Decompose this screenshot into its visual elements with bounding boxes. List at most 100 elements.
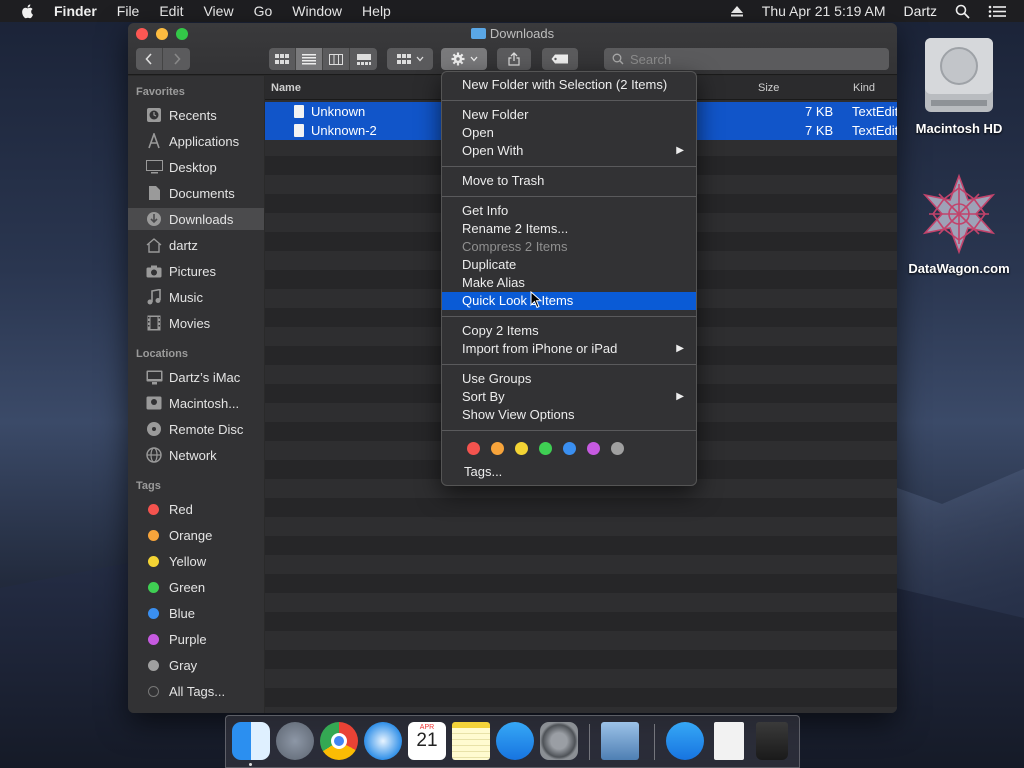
action-menu-button[interactable] [441, 48, 487, 70]
safari-icon[interactable] [364, 722, 402, 760]
notes-icon[interactable] [452, 722, 490, 760]
back-forward-control [136, 48, 190, 70]
sidebar-all-tags[interactable]: All Tags... [128, 680, 264, 702]
tags-header: Tags [136, 480, 161, 492]
disk-icon [145, 395, 163, 411]
column-view-button[interactable] [323, 48, 350, 70]
menubar-clock[interactable]: Thu Apr 21 5:19 AM [762, 3, 886, 19]
menu-item-import-from-iphone[interactable]: Import from iPhone or iPad ▶ [442, 340, 696, 358]
sidebar-item-music[interactable]: Music [128, 286, 264, 308]
sidebar-tag-green[interactable]: Green [128, 576, 264, 598]
menu-item-make-alias[interactable]: Make Alias [442, 274, 696, 292]
menu-file[interactable]: File [117, 3, 140, 19]
menubar-user[interactable]: Dartz [904, 3, 937, 19]
sidebar-item-movies[interactable]: Movies [128, 312, 264, 334]
desktop-icon [145, 159, 163, 175]
sidebar-item-pictures[interactable]: Pictures [128, 260, 264, 282]
eject-icon[interactable] [730, 5, 744, 17]
icon-view-button[interactable] [269, 48, 296, 70]
preview-icon[interactable] [601, 722, 639, 760]
menu-view[interactable]: View [203, 3, 233, 19]
sidebar-item-macintosh-hd[interactable]: Macintosh... [128, 392, 264, 414]
trash-icon[interactable] [756, 722, 788, 760]
menu-edit[interactable]: Edit [159, 3, 183, 19]
tag-gray-dot[interactable] [611, 442, 624, 455]
file-size: 7 KB [805, 123, 834, 138]
desktop-icon-datawagon[interactable]: DataWagon.com [904, 170, 1014, 276]
notification-center-icon[interactable] [988, 5, 1006, 18]
sidebar-tag-orange[interactable]: Orange [128, 524, 264, 546]
document-icon[interactable] [714, 722, 744, 760]
menu-item-open-with[interactable]: Open With ▶ [442, 142, 696, 160]
tag-red-dot[interactable] [467, 442, 480, 455]
menu-item-quick-look[interactable]: Quick Look 2 Items [442, 292, 696, 310]
tag-purple-dot[interactable] [587, 442, 600, 455]
sidebar-item-downloads[interactable]: Downloads [128, 208, 264, 230]
menu-item-duplicate[interactable]: Duplicate [442, 256, 696, 274]
menu-item-new-folder-with-selection[interactable]: New Folder with Selection (2 Items) [442, 76, 696, 94]
tag-orange-dot[interactable] [491, 442, 504, 455]
menu-help[interactable]: Help [362, 3, 391, 19]
sidebar-item-recents[interactable]: Recents [128, 104, 264, 126]
sidebar-item-desktop[interactable]: Desktop [128, 156, 264, 178]
tag-button[interactable] [542, 48, 578, 70]
forward-button[interactable] [163, 48, 190, 70]
sidebar-item-remote-disc[interactable]: Remote Disc [128, 418, 264, 440]
menu-item-copy[interactable]: Copy 2 Items [442, 322, 696, 340]
sidebar-item-home[interactable]: dartz [128, 234, 264, 256]
menu-item-show-view-options[interactable]: Show View Options [442, 406, 696, 424]
menu-item-tags[interactable]: Tags... [442, 463, 696, 481]
column-name-header[interactable]: Name [271, 82, 301, 94]
tag-yellow-dot[interactable] [515, 442, 528, 455]
file-name: Unknown [311, 104, 366, 119]
share-button[interactable] [497, 48, 531, 70]
group-by-button[interactable] [387, 48, 433, 70]
menu-go[interactable]: Go [254, 3, 273, 19]
column-size-header[interactable]: Size [758, 82, 779, 94]
sidebar-tag-yellow[interactable]: Yellow [128, 550, 264, 572]
file-size: 7 KB [805, 104, 834, 119]
search-input[interactable] [630, 51, 870, 67]
calendar-icon[interactable]: APR 21 [408, 722, 446, 760]
desktop-icon-macintosh-hd[interactable]: Macintosh HD [904, 32, 1014, 136]
apple-menu-icon[interactable] [20, 3, 36, 19]
column-kind-header[interactable]: Kind [853, 82, 875, 94]
menu-item-new-folder[interactable]: New Folder [442, 106, 696, 124]
sidebar-item-imac[interactable]: Dartz’s iMac [128, 366, 264, 388]
menu-separator [442, 316, 696, 317]
share-icon [508, 52, 520, 66]
sidebar-item-documents[interactable]: Documents [128, 182, 264, 204]
sidebar-tag-purple[interactable]: Purple [128, 628, 264, 650]
app-store-icon[interactable] [496, 722, 534, 760]
menu-item-sort-by[interactable]: Sort By ▶ [442, 388, 696, 406]
back-button[interactable] [136, 48, 163, 70]
menu-app-name[interactable]: Finder [54, 3, 97, 19]
sidebar-tag-red[interactable]: Red [128, 498, 264, 520]
tag-green-dot[interactable] [539, 442, 552, 455]
menu-item-compress[interactable]: Compress 2 Items [442, 238, 696, 256]
search-field[interactable] [604, 48, 889, 70]
list-view-button[interactable] [296, 48, 323, 70]
desktop-icon-label: DataWagon.com [908, 261, 1010, 276]
spotlight-search-icon[interactable] [955, 4, 970, 19]
app-store-icon[interactable] [666, 722, 704, 760]
tag-blue-dot[interactable] [563, 442, 576, 455]
gallery-view-button[interactable] [350, 48, 377, 70]
menu-item-open[interactable]: Open [442, 124, 696, 142]
menu-window[interactable]: Window [292, 3, 342, 19]
menu-item-rename[interactable]: Rename 2 Items... [442, 220, 696, 238]
system-preferences-icon[interactable] [540, 722, 578, 760]
launchpad-icon[interactable] [276, 722, 314, 760]
menu-item-move-to-trash[interactable]: Move to Trash [442, 172, 696, 190]
sidebar-tag-gray[interactable]: Gray [128, 654, 264, 676]
gear-icon [451, 52, 464, 66]
menu-item-get-info[interactable]: Get Info [442, 202, 696, 220]
file-name: Unknown-2 [311, 123, 377, 138]
sidebar-item-network[interactable]: Network [128, 444, 264, 466]
sidebar-item-applications[interactable]: Applications [128, 130, 264, 152]
finder-icon[interactable] [232, 722, 270, 760]
sidebar-item-label: dartz [169, 237, 198, 253]
menu-item-use-groups[interactable]: Use Groups [442, 370, 696, 388]
chrome-icon[interactable] [320, 722, 358, 760]
sidebar-tag-blue[interactable]: Blue [128, 602, 264, 624]
